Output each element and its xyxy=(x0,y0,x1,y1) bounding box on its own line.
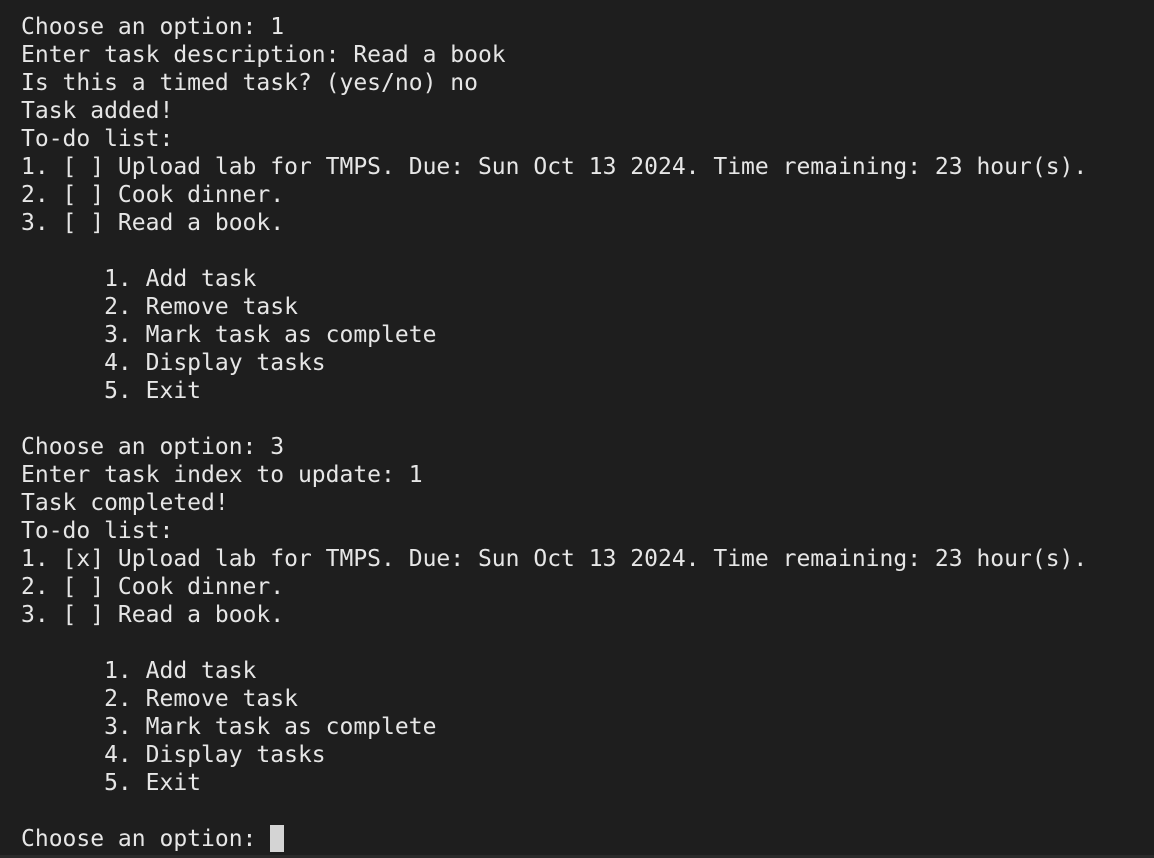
terminal-prompt-line[interactable]: Choose an option: xyxy=(21,825,1154,853)
terminal-line: 1. Add task xyxy=(21,658,257,684)
terminal-line: Choose an option: 1 xyxy=(21,14,285,40)
terminal-line: 5. Exit xyxy=(21,378,202,404)
text-cursor xyxy=(270,825,285,852)
terminal-line: Task completed! xyxy=(21,490,229,516)
terminal-line: Task added! xyxy=(21,98,174,124)
terminal-line: Enter task index to update: 1 xyxy=(21,462,423,488)
terminal-line: 4. Display tasks xyxy=(21,350,326,376)
prompt-text: Choose an option: xyxy=(21,826,271,852)
terminal-line: To-do list: xyxy=(21,126,174,152)
terminal-line: 3. [ ] Read a book. xyxy=(21,602,285,628)
terminal-line: 1. [ ] Upload lab for TMPS. Due: Sun Oct… xyxy=(21,154,1088,180)
terminal-line: Is this a timed task? (yes/no) no xyxy=(21,70,478,96)
terminal-line: 3. Mark task as complete xyxy=(21,322,437,348)
terminal-line: 3. Mark task as complete xyxy=(21,714,437,740)
terminal-line: Enter task description: Read a book xyxy=(21,42,506,68)
terminal-line: 2. Remove task xyxy=(21,686,298,712)
terminal-line: 2. [ ] Cook dinner. xyxy=(21,574,285,600)
terminal-line: Choose an option: 3 xyxy=(21,434,285,460)
terminal-window[interactable]: Choose an option: 1 Enter task descriptio… xyxy=(0,0,1154,858)
terminal-output: Choose an option: 1 Enter task descriptio… xyxy=(21,13,1154,825)
terminal-line: 5. Exit xyxy=(21,770,202,796)
terminal-line: 2. Remove task xyxy=(21,294,298,320)
terminal-line: 1. [x] Upload lab for TMPS. Due: Sun Oct… xyxy=(21,546,1088,572)
terminal-line: 2. [ ] Cook dinner. xyxy=(21,182,285,208)
terminal-line: 3. [ ] Read a book. xyxy=(21,210,285,236)
terminal-line: 4. Display tasks xyxy=(21,742,326,768)
terminal-line: To-do list: xyxy=(21,518,174,544)
terminal-line: 1. Add task xyxy=(21,266,257,292)
